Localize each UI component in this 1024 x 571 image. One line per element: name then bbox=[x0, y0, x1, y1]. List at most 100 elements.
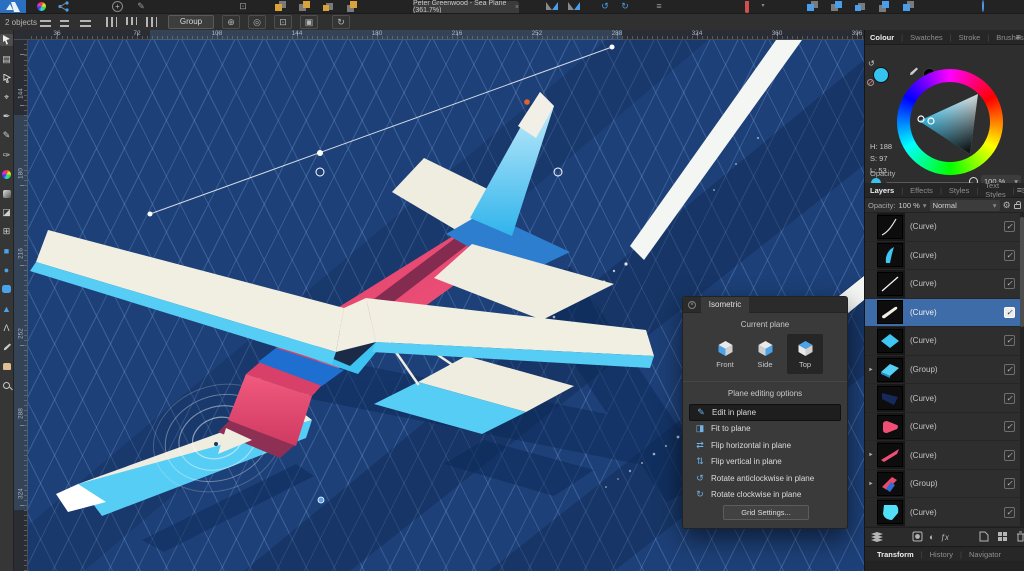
layer-visibility-checkbox[interactable]: ✓ bbox=[1004, 449, 1015, 461]
tab-layers[interactable]: Layers bbox=[870, 186, 894, 195]
layer-row[interactable]: ► (Group) ✓ bbox=[865, 470, 1024, 499]
layers-scrollbar[interactable] bbox=[1020, 213, 1024, 527]
snapping-caret-icon[interactable]: ▾ bbox=[756, 1, 770, 12]
move-by-whole-pixels-icon[interactable] bbox=[716, 1, 730, 12]
layer-row-selected[interactable]: (Curve) ✓ bbox=[865, 298, 1024, 328]
layer-thumbnail[interactable] bbox=[877, 300, 903, 325]
rotation-handle[interactable] bbox=[553, 167, 563, 177]
grid-settings-button[interactable]: Grid Settings... bbox=[723, 505, 809, 520]
layer-row[interactable]: ► (Group) ✓ bbox=[865, 356, 1024, 385]
triangle-tool[interactable]: ▲ bbox=[0, 303, 13, 315]
tab-text-styles[interactable]: Text Styles bbox=[985, 181, 1005, 199]
move-tool[interactable] bbox=[0, 34, 13, 46]
node-tool[interactable] bbox=[0, 72, 13, 84]
fill-tool[interactable] bbox=[0, 168, 13, 180]
artboard-tool[interactable]: ▤ bbox=[0, 53, 13, 65]
rotate-clockwise-option[interactable]: ↻ Rotate clockwise in plane bbox=[689, 487, 841, 504]
add-group-icon[interactable] bbox=[997, 531, 1008, 544]
layer-thumbnail[interactable] bbox=[877, 414, 903, 439]
layer-visibility-checkbox[interactable]: ✓ bbox=[1004, 249, 1015, 261]
tab-effects[interactable]: Effects bbox=[910, 186, 933, 195]
flip-vertical-icon[interactable] bbox=[567, 1, 581, 12]
place-image-tool[interactable]: ◪ bbox=[0, 207, 13, 219]
group-button[interactable]: Group bbox=[168, 15, 214, 29]
node-handle[interactable] bbox=[317, 496, 325, 504]
hide-selection-icon[interactable]: ◎ bbox=[248, 15, 266, 29]
layer-effects-icon[interactable]: ƒx bbox=[940, 533, 948, 542]
blend-mode-dropdown[interactable]: Normal ▾ bbox=[929, 199, 1000, 211]
layer-row[interactable]: (Curve) ✓ bbox=[865, 270, 1024, 299]
boolean-add-icon[interactable] bbox=[800, 1, 818, 12]
layer-thumbnail[interactable] bbox=[877, 471, 903, 496]
adjustment-layer-icon[interactable]: ◐ bbox=[929, 532, 934, 542]
vector-brush-tool[interactable]: ✑ bbox=[0, 149, 13, 161]
plane-side-button[interactable]: Side bbox=[747, 334, 783, 374]
align-left-icon[interactable] bbox=[40, 17, 51, 27]
flip-vertical-in-plane-option[interactable]: ⇅ Flip vertical in plane bbox=[689, 454, 841, 471]
fit-to-plane-option[interactable]: ◨ Fit to plane bbox=[689, 421, 841, 438]
select-box-icon[interactable]: ⊡ bbox=[274, 15, 292, 29]
contour-tool[interactable]: ⌖ bbox=[0, 92, 13, 104]
back-one-icon[interactable] bbox=[292, 1, 310, 12]
scrollbar-thumb[interactable] bbox=[1020, 217, 1024, 327]
tab-transform[interactable]: Transform bbox=[877, 550, 914, 559]
no-colour-swatch[interactable] bbox=[867, 79, 874, 86]
layer-thumbnail[interactable] bbox=[877, 271, 903, 296]
plane-top-button[interactable]: Top bbox=[787, 334, 823, 374]
geometry-quarter-icon[interactable] bbox=[1000, 1, 1014, 12]
layer-visibility-checkbox[interactable]: ✓ bbox=[1004, 306, 1015, 318]
horizontal-ruler[interactable]: 36 72 108 144 180 216 252 288 324 360 39… bbox=[28, 30, 864, 40]
snapping-magnet-icon[interactable] bbox=[740, 1, 754, 13]
align-right-icon[interactable] bbox=[80, 17, 91, 27]
caret-down-icon[interactable]: ▾ bbox=[923, 201, 927, 210]
layer-stack-icon[interactable] bbox=[870, 531, 884, 544]
flip-horizontal-in-plane-option[interactable]: ⇄ Flip horizontal in plane bbox=[689, 437, 841, 454]
tab-colour[interactable]: Colour bbox=[870, 33, 894, 42]
layer-thumbnail[interactable] bbox=[877, 500, 903, 525]
lock-icon[interactable] bbox=[1013, 201, 1021, 209]
delete-layer-icon[interactable] bbox=[1016, 531, 1024, 544]
fill-colour-swatch[interactable] bbox=[873, 67, 889, 83]
corner-tool[interactable]: Λ bbox=[0, 322, 13, 334]
layer-row[interactable]: (Curve) ✓ bbox=[865, 213, 1024, 242]
layer-settings-gear-icon[interactable]: ⚙ bbox=[1003, 200, 1011, 211]
pixel-view-icon[interactable]: ⊡ bbox=[236, 1, 250, 12]
layer-thumbnail[interactable] bbox=[877, 443, 903, 468]
transform-origin-icon[interactable]: ⊕ bbox=[222, 15, 240, 29]
insert-artboard-icon[interactable]: + bbox=[112, 1, 123, 12]
isometric-panel-titlebar[interactable]: × Isometric bbox=[683, 297, 847, 313]
transparency-tool[interactable] bbox=[0, 188, 13, 200]
layer-visibility-checkbox[interactable]: ✓ bbox=[1004, 506, 1015, 518]
layer-thumbnail[interactable] bbox=[877, 386, 903, 411]
colour-wheel[interactable] bbox=[897, 69, 1003, 175]
layer-visibility-checkbox[interactable]: ✓ bbox=[1004, 421, 1015, 433]
rotate-ccw-icon[interactable]: ↺ bbox=[598, 1, 612, 12]
pen-tool[interactable]: ✒ bbox=[0, 111, 13, 123]
align-center-icon[interactable] bbox=[60, 17, 69, 27]
layer-visibility-checkbox[interactable]: ✓ bbox=[1004, 335, 1015, 347]
swap-colours-icon[interactable]: ↺ bbox=[868, 59, 875, 68]
colour-triangle[interactable] bbox=[897, 69, 1003, 175]
document-tab[interactable]: Peter Greenwood - Sea Plane (361.7%) × bbox=[413, 0, 519, 14]
layer-visibility-checkbox[interactable]: ✓ bbox=[1004, 478, 1015, 490]
pixel-persona-icon[interactable] bbox=[34, 1, 48, 12]
expand-icon[interactable]: ► bbox=[865, 452, 877, 458]
layer-row[interactable]: ► (Curve) ✓ bbox=[865, 441, 1024, 470]
tab-history[interactable]: History bbox=[930, 550, 953, 559]
app-logo-icon[interactable] bbox=[0, 0, 26, 13]
selection-handle[interactable] bbox=[317, 150, 323, 156]
layer-row[interactable]: (Curve) ✓ bbox=[865, 242, 1024, 271]
geometry-half-icon[interactable] bbox=[976, 0, 990, 12]
layer-row[interactable]: (Curve) ✓ bbox=[865, 384, 1024, 413]
view-tool[interactable] bbox=[0, 360, 13, 372]
edit-document-icon[interactable]: ✎ bbox=[134, 1, 148, 12]
boolean-intersect-icon[interactable] bbox=[848, 1, 865, 12]
layer-thumbnail[interactable] bbox=[877, 214, 903, 239]
force-pixel-alignment-icon[interactable] bbox=[692, 1, 706, 12]
forward-one-icon[interactable] bbox=[316, 1, 333, 12]
geometry-full-icon[interactable] bbox=[952, 1, 966, 12]
zoom-tool[interactable] bbox=[0, 379, 13, 391]
selection-handle[interactable] bbox=[609, 44, 615, 50]
add-layer-icon[interactable] bbox=[979, 531, 989, 544]
layer-visibility-checkbox[interactable]: ✓ bbox=[1004, 364, 1015, 375]
